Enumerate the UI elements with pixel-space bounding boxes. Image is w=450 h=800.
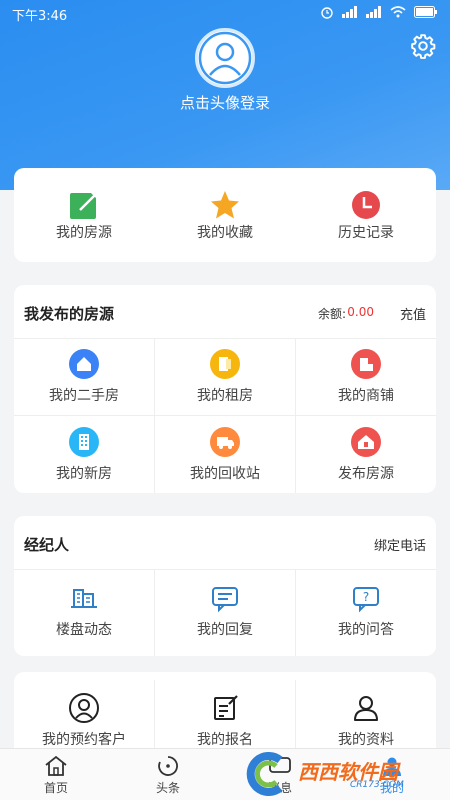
- battery-icon: [414, 6, 437, 18]
- recycle-bin-button[interactable]: 我的回收站: [155, 416, 295, 493]
- tab-label: 首页: [43, 781, 68, 795]
- cell-label: 我的预约客户: [42, 732, 126, 748]
- default-avatar-icon: [198, 31, 252, 85]
- personal-card: 我的预约客户 我的报名 我的资料: [14, 672, 436, 752]
- profile-header: 下午3:46 点击头像登录: [0, 0, 450, 190]
- question-bubble-icon: ?: [353, 587, 379, 613]
- cell-label: 我的商铺: [338, 388, 394, 404]
- svg-text:?: ?: [363, 590, 369, 604]
- recharge-button[interactable]: 充值: [400, 304, 426, 323]
- tab-headline[interactable]: 头条: [112, 749, 224, 800]
- shop-icon: [351, 349, 381, 379]
- home-icon: [69, 349, 99, 379]
- cell-label: 发布房源: [338, 466, 394, 482]
- quick-label: 我的收藏: [197, 225, 253, 241]
- cell-label: 我的问答: [338, 622, 394, 638]
- section-title: 我发布的房源: [24, 305, 115, 323]
- truck-icon: [210, 427, 240, 457]
- signal-icon: [342, 6, 357, 18]
- building-icon: [69, 427, 99, 457]
- bind-phone-button[interactable]: 绑定电话: [374, 535, 426, 554]
- property-news-button[interactable]: 楼盘动态: [14, 572, 154, 649]
- my-qa-button[interactable]: ? 我的问答: [296, 572, 436, 649]
- chat-bubble-icon: [212, 587, 238, 613]
- agent-card: 经纪人 绑定电话 楼盘动态 我的回复 ? 我的问答: [14, 516, 436, 656]
- user-circle-icon: [69, 693, 99, 723]
- my-new-house-button[interactable]: 我的新房: [14, 416, 154, 493]
- user-profile-icon: [354, 696, 378, 721]
- quick-label: 我的房源: [56, 225, 112, 241]
- status-time: 下午3:46: [12, 9, 68, 24]
- cell-label: 我的二手房: [49, 388, 119, 404]
- quick-actions-card: 我的房源 我的收藏 历史记录: [14, 168, 436, 262]
- buildings-icon: [71, 589, 97, 608]
- cell-label: 我的资料: [338, 732, 394, 748]
- home-tab-icon: [45, 755, 67, 776]
- cell-label: 我的新房: [56, 466, 112, 482]
- rent-icon: [210, 349, 240, 379]
- cell-label: 我的报名: [197, 732, 253, 748]
- my-replies-button[interactable]: 我的回复: [155, 572, 295, 649]
- my-favorites-button[interactable]: 我的收藏: [155, 168, 295, 262]
- alarm-icon: [321, 7, 333, 19]
- tab-home[interactable]: 首页: [0, 749, 112, 800]
- cell-label: 楼盘动态: [56, 622, 112, 638]
- balance-label: 余额:: [317, 307, 346, 321]
- edit-square-icon: [70, 190, 99, 219]
- cell-label: 我的租房: [197, 388, 253, 404]
- wifi-icon: [390, 6, 406, 18]
- login-prompt[interactable]: 点击头像登录: [0, 92, 450, 113]
- divider: [14, 569, 436, 570]
- my-shop-button[interactable]: 我的商铺: [296, 338, 436, 415]
- publish-listing-button[interactable]: 发布房源: [296, 416, 436, 493]
- my-listings-card: 我发布的房源 余额: 0.00 充值 我的二手房 我的租房 我的商铺 我的新房 …: [14, 285, 436, 493]
- publish-house-icon: [351, 427, 381, 457]
- history-button[interactable]: 历史记录: [296, 168, 436, 262]
- star-icon: [211, 191, 239, 219]
- watermark-icon: [246, 752, 283, 796]
- avatar[interactable]: [195, 28, 255, 88]
- headline-icon: [158, 756, 178, 776]
- status-icons: [320, 5, 438, 19]
- balance-value: 0.00: [347, 305, 374, 319]
- gear-icon[interactable]: [410, 33, 436, 59]
- cell-label: 我的回收站: [190, 466, 260, 482]
- my-listings-button[interactable]: 我的房源: [14, 168, 154, 262]
- clock-icon: [352, 191, 380, 219]
- sign-up-icon: [214, 695, 238, 720]
- watermark-subtext: CR173.COM: [350, 780, 404, 790]
- section-title: 经纪人: [24, 536, 70, 554]
- watermark-logo: 西西软件园 CR173.COM: [240, 752, 440, 796]
- status-bar: 下午3:46: [0, 0, 450, 26]
- my-second-hand-button[interactable]: 我的二手房: [14, 338, 154, 415]
- cell-label: 我的回复: [197, 622, 253, 638]
- quick-label: 历史记录: [338, 225, 394, 241]
- signal-icon-2: [366, 6, 381, 18]
- tab-label: 头条: [155, 781, 180, 795]
- my-rental-button[interactable]: 我的租房: [155, 338, 295, 415]
